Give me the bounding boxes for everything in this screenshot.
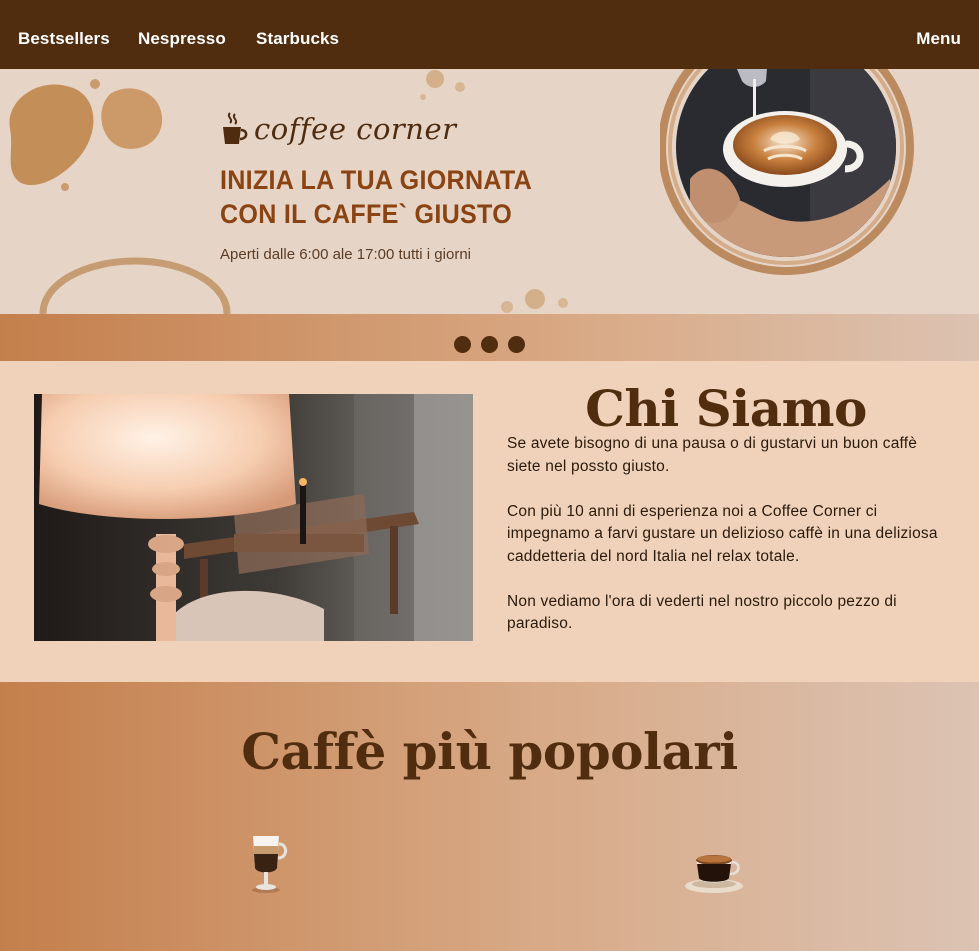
coffee-stain-decoration [9,79,163,191]
nav-nespresso-link[interactable]: Nespresso [138,29,226,49]
about-paragraph-3: Non vediamo l'ora di vederti nel nostro … [507,592,897,633]
latte-macchiato-glass-image[interactable] [244,832,290,894]
espresso-cup-image[interactable] [683,850,745,894]
hero-headline-line1: INIZIA LA TUA GIORNATA [220,165,533,195]
nav-starbucks-link[interactable]: Starbucks [256,29,339,49]
carousel-indicator-strip [0,314,979,361]
cafe-interior-photo [34,394,473,641]
about-section: Chi Siamo Se avete bisogno di una pausa … [0,361,979,682]
brand-logo: coffee corner [220,111,456,147]
carousel-dot-2[interactable] [481,336,498,353]
top-navbar: Bestsellers Nespresso Starbucks Menu [0,0,979,69]
opening-hours: Aperti dalle 6:00 ale 17:00 tutti i gior… [220,246,471,263]
popular-title: Caffè più popolari [241,722,738,781]
about-description: Se avete bisogno di una pausa o di gusta… [507,433,947,658]
logo-wordmark: coffee corner [254,112,457,146]
menu-button[interactable]: Menu [916,29,961,49]
hero-headline: INIZIA LA TUA GIORNATA CON IL CAFFE` GIU… [220,163,532,231]
coffee-ring-decoration [39,257,231,314]
carousel-dot-1[interactable] [454,336,471,353]
coffee-splash-decoration [501,289,568,313]
about-paragraph-2: Con più 10 anni di esperienza noi a Coff… [507,502,938,565]
latte-art-photo [660,69,914,275]
popular-coffees-section: Caffè più popolari [0,682,979,951]
coffee-splash-decoration [420,70,465,100]
hero-banner: coffee corner INIZIA LA TUA GIORNATA CON… [0,69,979,314]
hero-headline-line2: CON IL CAFFE` GIUSTO [220,199,513,229]
carousel-dot-3[interactable] [508,336,525,353]
about-paragraph-1: Se avete bisogno di una pausa o di gusta… [507,435,918,475]
coffee-cup-icon [223,112,248,144]
nav-bestsellers-link[interactable]: Bestsellers [18,29,110,49]
about-title: Chi Siamo [585,379,867,438]
